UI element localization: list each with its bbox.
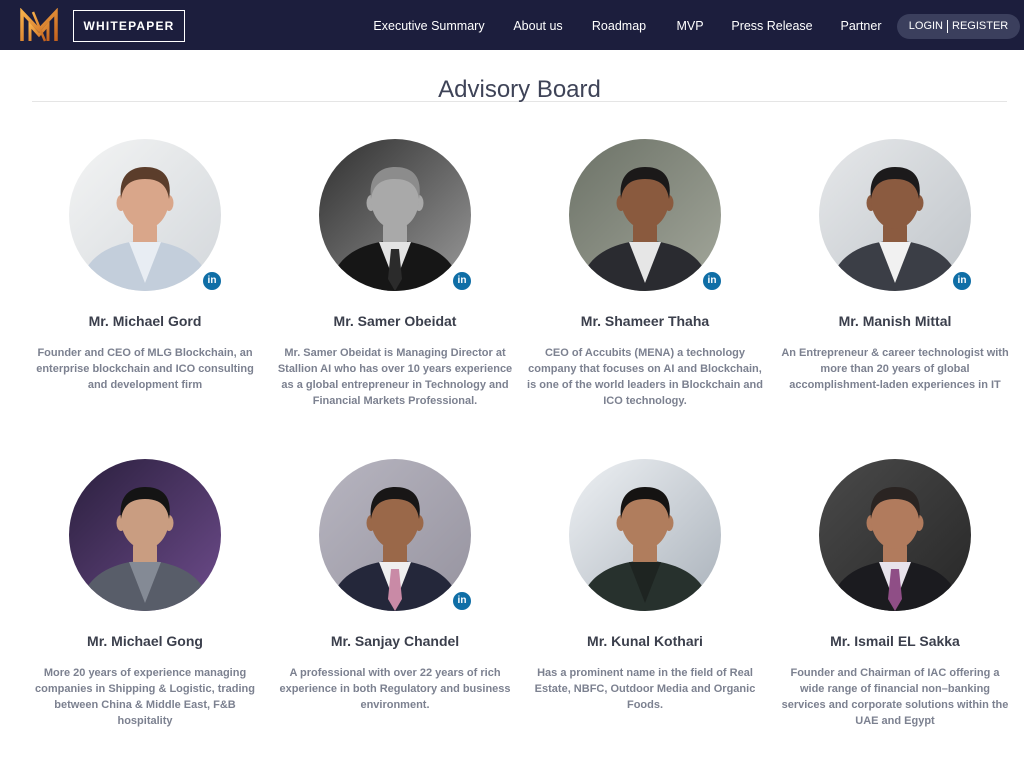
advisor-description: Mr. Samer Obeidat is Managing Director a… xyxy=(270,345,520,409)
linkedin-icon: in xyxy=(457,275,467,286)
advisor-photo xyxy=(819,459,971,611)
linkedin-icon: in xyxy=(457,595,467,606)
advisor-description: Has a prominent name in the field of Rea… xyxy=(520,665,770,713)
advisor-description-line: Estate, NBFC, Outdoor Media and Organic xyxy=(534,683,756,695)
advisor-description-line: more than 20 years of global xyxy=(820,363,970,375)
portrait-image xyxy=(819,139,971,291)
linkedin-button[interactable]: in xyxy=(451,270,473,292)
auth-buttons: LOGIN REGISTER xyxy=(897,14,1020,39)
advisor-description-line: UAE and Egypt xyxy=(855,715,935,727)
nav-about-us[interactable]: About us xyxy=(513,17,562,35)
linkedin-button[interactable]: in xyxy=(951,270,973,292)
advisor-name: Mr. Shameer Thaha xyxy=(580,313,710,329)
advisor-description-line: A professional with over 22 years of ric… xyxy=(289,667,501,679)
portrait-image xyxy=(69,459,221,611)
advisor-description-line: Founder and Chairman of IAC offering a xyxy=(790,667,1000,679)
advisor-name: Mr. Michael Gong xyxy=(87,633,203,649)
advisor-description-line: Has a prominent name in the field of Rea… xyxy=(537,667,753,679)
advisor-description-line: companies in Shipping & Logistic, tradin… xyxy=(34,683,255,695)
auth-separator xyxy=(947,20,948,33)
advisor-description-line: Foods. xyxy=(626,699,664,711)
advisor-description-line: is one of the world leaders in Blockchai… xyxy=(527,379,763,391)
advisor-description-line: and development firm xyxy=(87,379,203,391)
advisor-description-line: enterprise blockchain and ICO consulting xyxy=(36,363,254,375)
advisor-card: in Mr. Shameer Thaha CEO of Accubits (MENA… xyxy=(520,139,770,459)
advisor-description: Founder and Chairman of IAC offering a wi… xyxy=(770,665,1020,729)
top-navbar: WHITEPAPER Executive Summary About us Ro… xyxy=(0,0,1024,50)
advisor-description-line: accomplishment-laden experiences in IT xyxy=(789,379,1001,391)
portrait-image xyxy=(569,459,721,611)
advisor-name: Mr. Kunal Kothari xyxy=(587,633,703,649)
linkedin-button[interactable]: in xyxy=(701,270,723,292)
portrait-image xyxy=(69,139,221,291)
advisor-description: A professional with over 22 years of ric… xyxy=(270,665,520,713)
nav-partner[interactable]: Partner xyxy=(841,17,882,35)
advisor-description-line: Financial Markets Professional. xyxy=(312,395,478,407)
advisor-card: in Mr. Sanjay Chandel A professional with … xyxy=(270,459,520,779)
advisor-photo xyxy=(819,139,971,291)
advisor-description-line: environment. xyxy=(360,699,430,711)
advisor-photo xyxy=(319,459,471,611)
advisor-name: Mr. Michael Gord xyxy=(88,313,202,329)
brand-logo-icon xyxy=(20,8,58,42)
advisor-description-line: CEO of Accubits (MENA) a technology xyxy=(544,347,746,359)
linkedin-icon: in xyxy=(707,275,717,286)
advisor-description: More 20 years of experience managing comp… xyxy=(20,665,270,729)
login-button[interactable]: LOGIN xyxy=(909,14,943,39)
nav-roadmap[interactable]: Roadmap xyxy=(592,17,646,35)
advisor-name: Mr. Sanjay Chandel xyxy=(330,633,460,649)
advisor-description-line: An Entrepreneur & career technologist wi… xyxy=(781,347,1009,359)
nav-mvp[interactable]: MVP xyxy=(676,17,703,35)
advisor-description-line: experience in both Regulatory and busine… xyxy=(279,683,511,695)
register-button[interactable]: REGISTER xyxy=(952,14,1008,39)
advisor-description-line: company that focuses on AI and Blockchai… xyxy=(528,363,762,375)
advisor-description: An Entrepreneur & career technologist wi… xyxy=(770,345,1020,393)
portrait-image xyxy=(819,459,971,611)
advisor-photo xyxy=(69,139,221,291)
linkedin-icon: in xyxy=(957,275,967,286)
advisor-description-line: wide range of financial non–banking xyxy=(799,683,991,695)
advisor-description-line: between China & Middle East, F&B xyxy=(54,699,236,711)
linkedin-icon: in xyxy=(207,275,217,286)
advisor-card: in Mr. Manish Mittal An Entrepreneur & car… xyxy=(770,139,1020,459)
portrait-image xyxy=(319,139,471,291)
section-title: Advisory Board xyxy=(438,76,601,103)
advisor-name: Mr. Manish Mittal xyxy=(838,313,952,329)
advisor-description: CEO of Accubits (MENA) a technology compa… xyxy=(520,345,770,409)
whitepaper-button[interactable]: WHITEPAPER xyxy=(73,10,185,42)
portrait-image xyxy=(319,459,471,611)
linkedin-button[interactable]: in xyxy=(451,590,473,612)
advisor-photo xyxy=(319,139,471,291)
advisor-photo xyxy=(569,139,721,291)
nav-executive-summary[interactable]: Executive Summary xyxy=(373,17,484,35)
advisor-description-line: Stallion AI who has over 10 years experi… xyxy=(277,363,513,375)
portrait-image xyxy=(569,139,721,291)
advisor-card: in Mr. Michael Gord Founder and CEO of MLG… xyxy=(20,139,270,459)
advisor-photo xyxy=(569,459,721,611)
advisor-description-line: Mr. Samer Obeidat is Managing Director a… xyxy=(284,347,506,359)
advisor-card: in Mr. Samer Obeidat Mr. Samer Obeidat is … xyxy=(270,139,520,459)
advisor-card: Mr. Ismail EL Sakka Founder and Chairman … xyxy=(770,459,1020,779)
advisor-description-line: services and corporate solutions within … xyxy=(781,699,1009,711)
advisor-name: Mr. Ismail EL Sakka xyxy=(830,633,960,649)
advisor-card: Mr. Michael Gong More 20 years of experie… xyxy=(20,459,270,779)
linkedin-button[interactable]: in xyxy=(201,270,223,292)
advisor-description-line: ICO technology. xyxy=(603,395,687,407)
advisor-description-line: hospitality xyxy=(117,715,173,727)
advisor-description-line: as a global entrepreneur in Technology a… xyxy=(281,379,509,391)
advisor-card: Mr. Kunal Kothari Has a prominent name in… xyxy=(520,459,770,779)
advisor-photo xyxy=(69,459,221,611)
advisor-name: Mr. Samer Obeidat xyxy=(333,313,457,329)
advisor-description: Founder and CEO of MLG Blockchain, an ent… xyxy=(20,345,270,393)
nav-press-release[interactable]: Press Release xyxy=(731,17,812,35)
advisor-description-line: More 20 years of experience managing xyxy=(43,667,247,679)
advisor-grid: in Mr. Michael Gord Founder and CEO of MLG… xyxy=(20,139,1020,779)
advisor-description-line: Founder and CEO of MLG Blockchain, an xyxy=(37,347,253,359)
